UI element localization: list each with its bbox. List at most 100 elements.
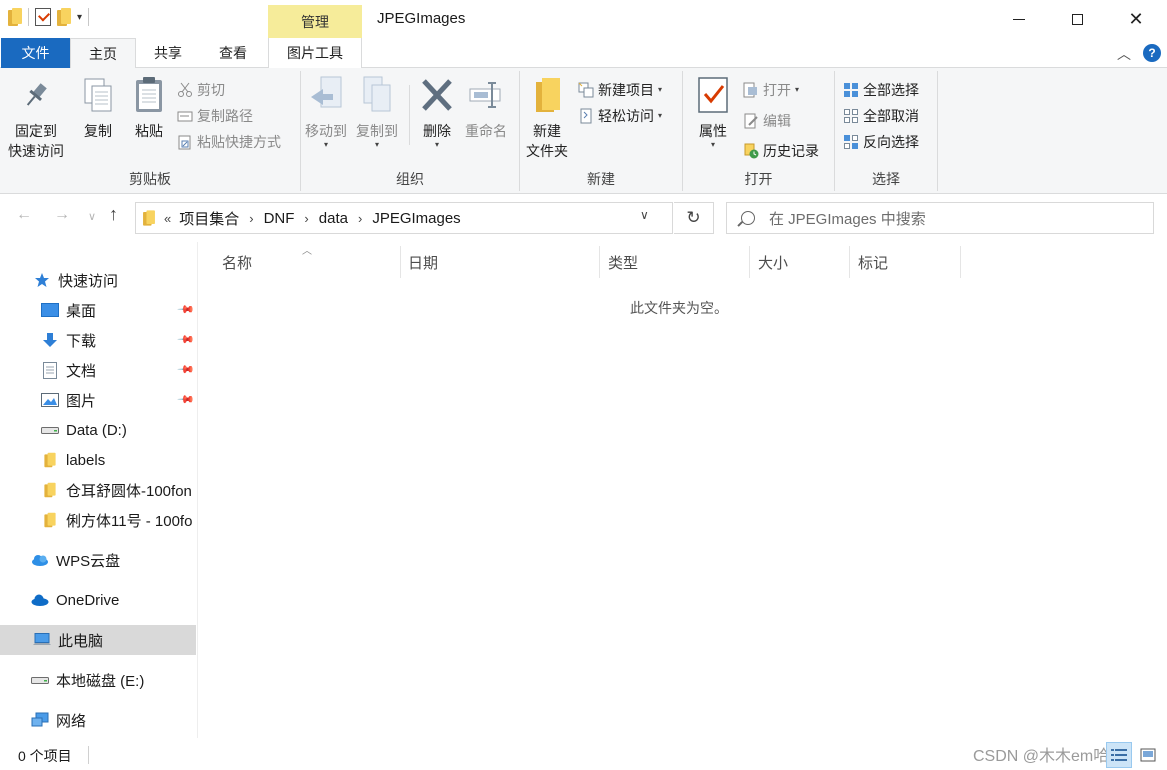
new-folder-qat-icon[interactable] [57, 8, 71, 26]
paste-button[interactable]: 粘贴 [131, 75, 167, 141]
copy-button[interactable]: 复制 [80, 75, 116, 141]
breadcrumb-separator-icon[interactable]: › [249, 211, 253, 226]
nav-item-local-disk[interactable]: 本地磁盘 (E:) [0, 665, 196, 695]
tab-picture-tools[interactable]: 图片工具 [268, 38, 362, 68]
back-arrow-icon[interactable]: ← [16, 206, 32, 224]
nav-item-labels[interactable]: labels [0, 445, 196, 475]
search-box[interactable]: 在 JPEGImages 中搜索 [726, 202, 1154, 234]
history-label: 历史记录 [763, 143, 819, 159]
copy-path-label: 复制路径 [197, 108, 253, 124]
delete-label: 删除 [423, 123, 451, 139]
open-button[interactable]: 打开 ▾ [743, 78, 799, 102]
maximize-button[interactable] [1048, 0, 1106, 38]
open-dropdown-icon: ▾ [795, 85, 800, 94]
help-icon[interactable]: ? [1143, 44, 1161, 62]
address-bar[interactable]: « 项目集合 › DNF › data › JPEGImages [135, 202, 673, 234]
copy-to-icon [359, 75, 395, 115]
nav-item-network[interactable]: 网络 [0, 705, 196, 735]
navigation-bar: ← → ∨ ↑ « 项目集合 › DNF › data › JPEGImages… [0, 194, 1167, 242]
move-to-button[interactable]: 移动到 ▾ [305, 75, 347, 149]
tab-view[interactable]: 查看 [203, 38, 263, 68]
properties-button[interactable]: 属性 ▾ [695, 75, 731, 149]
nav-item-desktop[interactable]: 桌面 📌 [0, 295, 196, 325]
maximize-icon [1071, 13, 1083, 25]
nav-item-documents[interactable]: 文档 📌 [0, 355, 196, 385]
rename-button[interactable]: 重命名 [465, 75, 507, 141]
select-none-button[interactable]: 全部取消 [843, 104, 919, 128]
breadcrumb-separator-icon[interactable]: › [358, 211, 362, 226]
properties-qat-icon[interactable] [35, 8, 51, 26]
breadcrumb-item[interactable]: data [319, 210, 348, 227]
invert-selection-button[interactable]: 反向选择 [843, 130, 919, 154]
delete-x-icon [419, 75, 455, 115]
copy-icon [80, 75, 116, 115]
nav-label: 快速访问 [58, 272, 119, 290]
nav-item-pictures[interactable]: 图片 📌 [0, 385, 196, 415]
breadcrumb-item[interactable]: 项目集合 [179, 208, 239, 229]
open-label: 打开 [763, 82, 791, 98]
nav-item-data-drive[interactable]: Data (D:) [0, 415, 196, 445]
manage-contextual-tab[interactable]: 管理 [268, 5, 362, 38]
new-group: 新建 文件夹 新建项目 ▾ 轻松访问 ▾ 新建 [520, 71, 683, 191]
paste-shortcut-button[interactable]: 粘贴快捷方式 [177, 130, 281, 154]
breadcrumb-overflow[interactable]: « [164, 211, 171, 226]
computer-icon [33, 632, 51, 648]
column-header-name[interactable]: 名称 [199, 246, 401, 278]
nav-item-downloads[interactable]: 下载 📌 [0, 325, 196, 355]
copy-path-button[interactable]: 复制路径 [177, 104, 253, 128]
move-to-label: 移动到 [305, 123, 347, 139]
nav-label: 桌面 [66, 302, 97, 320]
edit-button[interactable]: 编辑 [743, 109, 791, 133]
easy-access-dropdown-icon: ▾ [658, 111, 663, 120]
column-header-tags[interactable]: 标记 [835, 246, 961, 278]
nav-item-onedrive[interactable]: OneDrive [0, 585, 196, 615]
close-button[interactable]: ✕ [1107, 0, 1165, 38]
tab-share[interactable]: 共享 [140, 38, 196, 68]
new-group-label: 新建 [587, 171, 615, 187]
breadcrumb-item[interactable]: DNF [264, 210, 295, 227]
forward-arrow-icon[interactable]: → [54, 206, 70, 224]
nav-label: 图片 [66, 392, 97, 410]
new-item-label: 新建项目 [598, 82, 654, 98]
tab-home[interactable]: 主页 [70, 38, 136, 69]
nav-item-font-folder-1[interactable]: 仓耳舒圆体-100fon [0, 475, 196, 505]
column-header-type[interactable]: 类型 [585, 246, 750, 278]
refresh-button[interactable]: ↻ [674, 202, 714, 234]
nav-item-font-folder-2[interactable]: 俐方体11号 - 100fo [0, 505, 196, 535]
minimize-button[interactable] [990, 0, 1048, 38]
nav-item-this-pc[interactable]: 此电脑 [0, 625, 196, 655]
breadcrumb-item[interactable]: JPEGImages [372, 210, 460, 227]
recent-locations-chevron-icon[interactable]: ∨ [88, 210, 96, 223]
up-arrow-icon[interactable]: ↑ [109, 204, 118, 225]
address-history-chevron-icon[interactable]: ∨ [640, 208, 649, 222]
folder-icon [41, 452, 59, 468]
new-folder-button[interactable]: 新建 文件夹 [526, 75, 568, 161]
invert-selection-icon [843, 134, 859, 150]
details-view-button[interactable] [1106, 742, 1132, 768]
breadcrumb-separator-icon[interactable]: › [304, 211, 308, 226]
copy-to-button[interactable]: 复制到 ▾ [356, 75, 398, 149]
ribbon-tabs: 文件 主页 共享 查看 图片工具 ︿ ? [0, 38, 1167, 69]
pin-to-quick-access-button[interactable]: 固定到 快速访问 [8, 75, 64, 161]
delete-button[interactable]: 删除 ▾ [419, 75, 455, 149]
select-none-icon [843, 108, 859, 124]
column-header-size[interactable]: 大小 [735, 246, 850, 278]
collapse-ribbon-chevron-icon[interactable]: ︿ [1117, 44, 1131, 64]
paste-shortcut-icon [177, 134, 193, 150]
easy-access-button[interactable]: 轻松访问 ▾ [578, 104, 662, 128]
document-icon [41, 361, 59, 379]
nav-label: WPS云盘 [56, 552, 121, 570]
large-icons-view-button[interactable] [1135, 742, 1161, 768]
column-header-date[interactable]: 日期 [385, 246, 600, 278]
new-item-button[interactable]: 新建项目 ▾ [578, 78, 662, 102]
file-list[interactable]: ︿ 名称 日期 类型 大小 标记 此文件夹为空。 [199, 242, 1167, 738]
select-all-button[interactable]: 全部选择 [843, 78, 919, 102]
customize-qat-dropdown-icon[interactable]: ▾ [77, 12, 82, 23]
folder-icon [41, 512, 59, 528]
cut-button[interactable]: 剪切 [177, 78, 225, 102]
nav-item-quick-access[interactable]: 快速访问 [0, 265, 196, 295]
history-button[interactable]: 历史记录 [743, 139, 819, 163]
edit-label: 编辑 [763, 113, 791, 129]
tab-file[interactable]: 文件 [1, 38, 70, 68]
nav-item-wps-cloud[interactable]: WPS云盘 [0, 545, 196, 575]
